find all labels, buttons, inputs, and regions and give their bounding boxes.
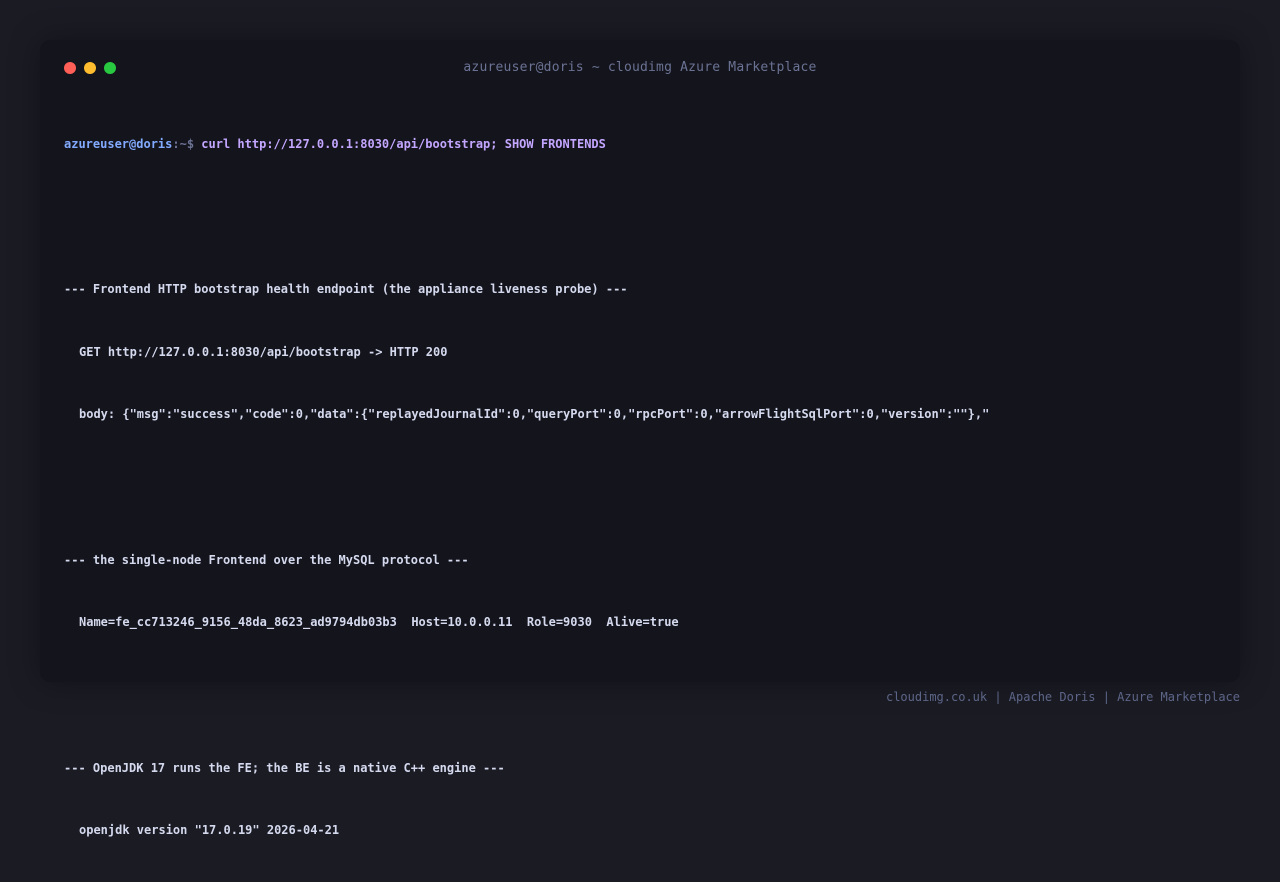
command-line: azureuser@doris:~$ curl http://127.0.0.1… <box>64 134 1216 155</box>
section-header: --- OpenJDK 17 runs the FE; the BE is a … <box>64 760 505 775</box>
prompt-separator: :~$ <box>172 136 195 151</box>
section-header: --- the single-node Frontend over the My… <box>64 552 469 567</box>
footer-text: cloudimg.co.uk | Apache Doris | Azure Ma… <box>885 690 1240 704</box>
terminal-window: azureuser@doris ~ cloudimg Azure Marketp… <box>40 40 1240 837</box>
section-header: --- Frontend HTTP bootstrap health endpo… <box>64 282 628 297</box>
output-line: body: {"msg":"success","code":0,"data":{… <box>79 406 990 421</box>
output-line: Name=fe_cc713246_9156_48da_8623_ad9794db… <box>79 614 679 629</box>
window-title: azureuser@doris ~ cloudimg Azure Marketp… <box>463 60 817 75</box>
command-text: curl http://127.0.0.1:8030/api/bootstrap… <box>201 136 606 151</box>
output-line: openjdk version "17.0.19" 2026-04-21 <box>79 822 340 837</box>
output-line: GET http://127.0.0.1:8030/api/bootstrap … <box>79 344 448 359</box>
terminal-output[interactable]: azureuser@doris:~$ curl http://127.0.0.1… <box>64 92 1216 882</box>
prompt-user: azureuser@doris <box>64 136 173 151</box>
title-bar: azureuser@doris ~ cloudimg Azure Marketp… <box>40 40 1240 96</box>
